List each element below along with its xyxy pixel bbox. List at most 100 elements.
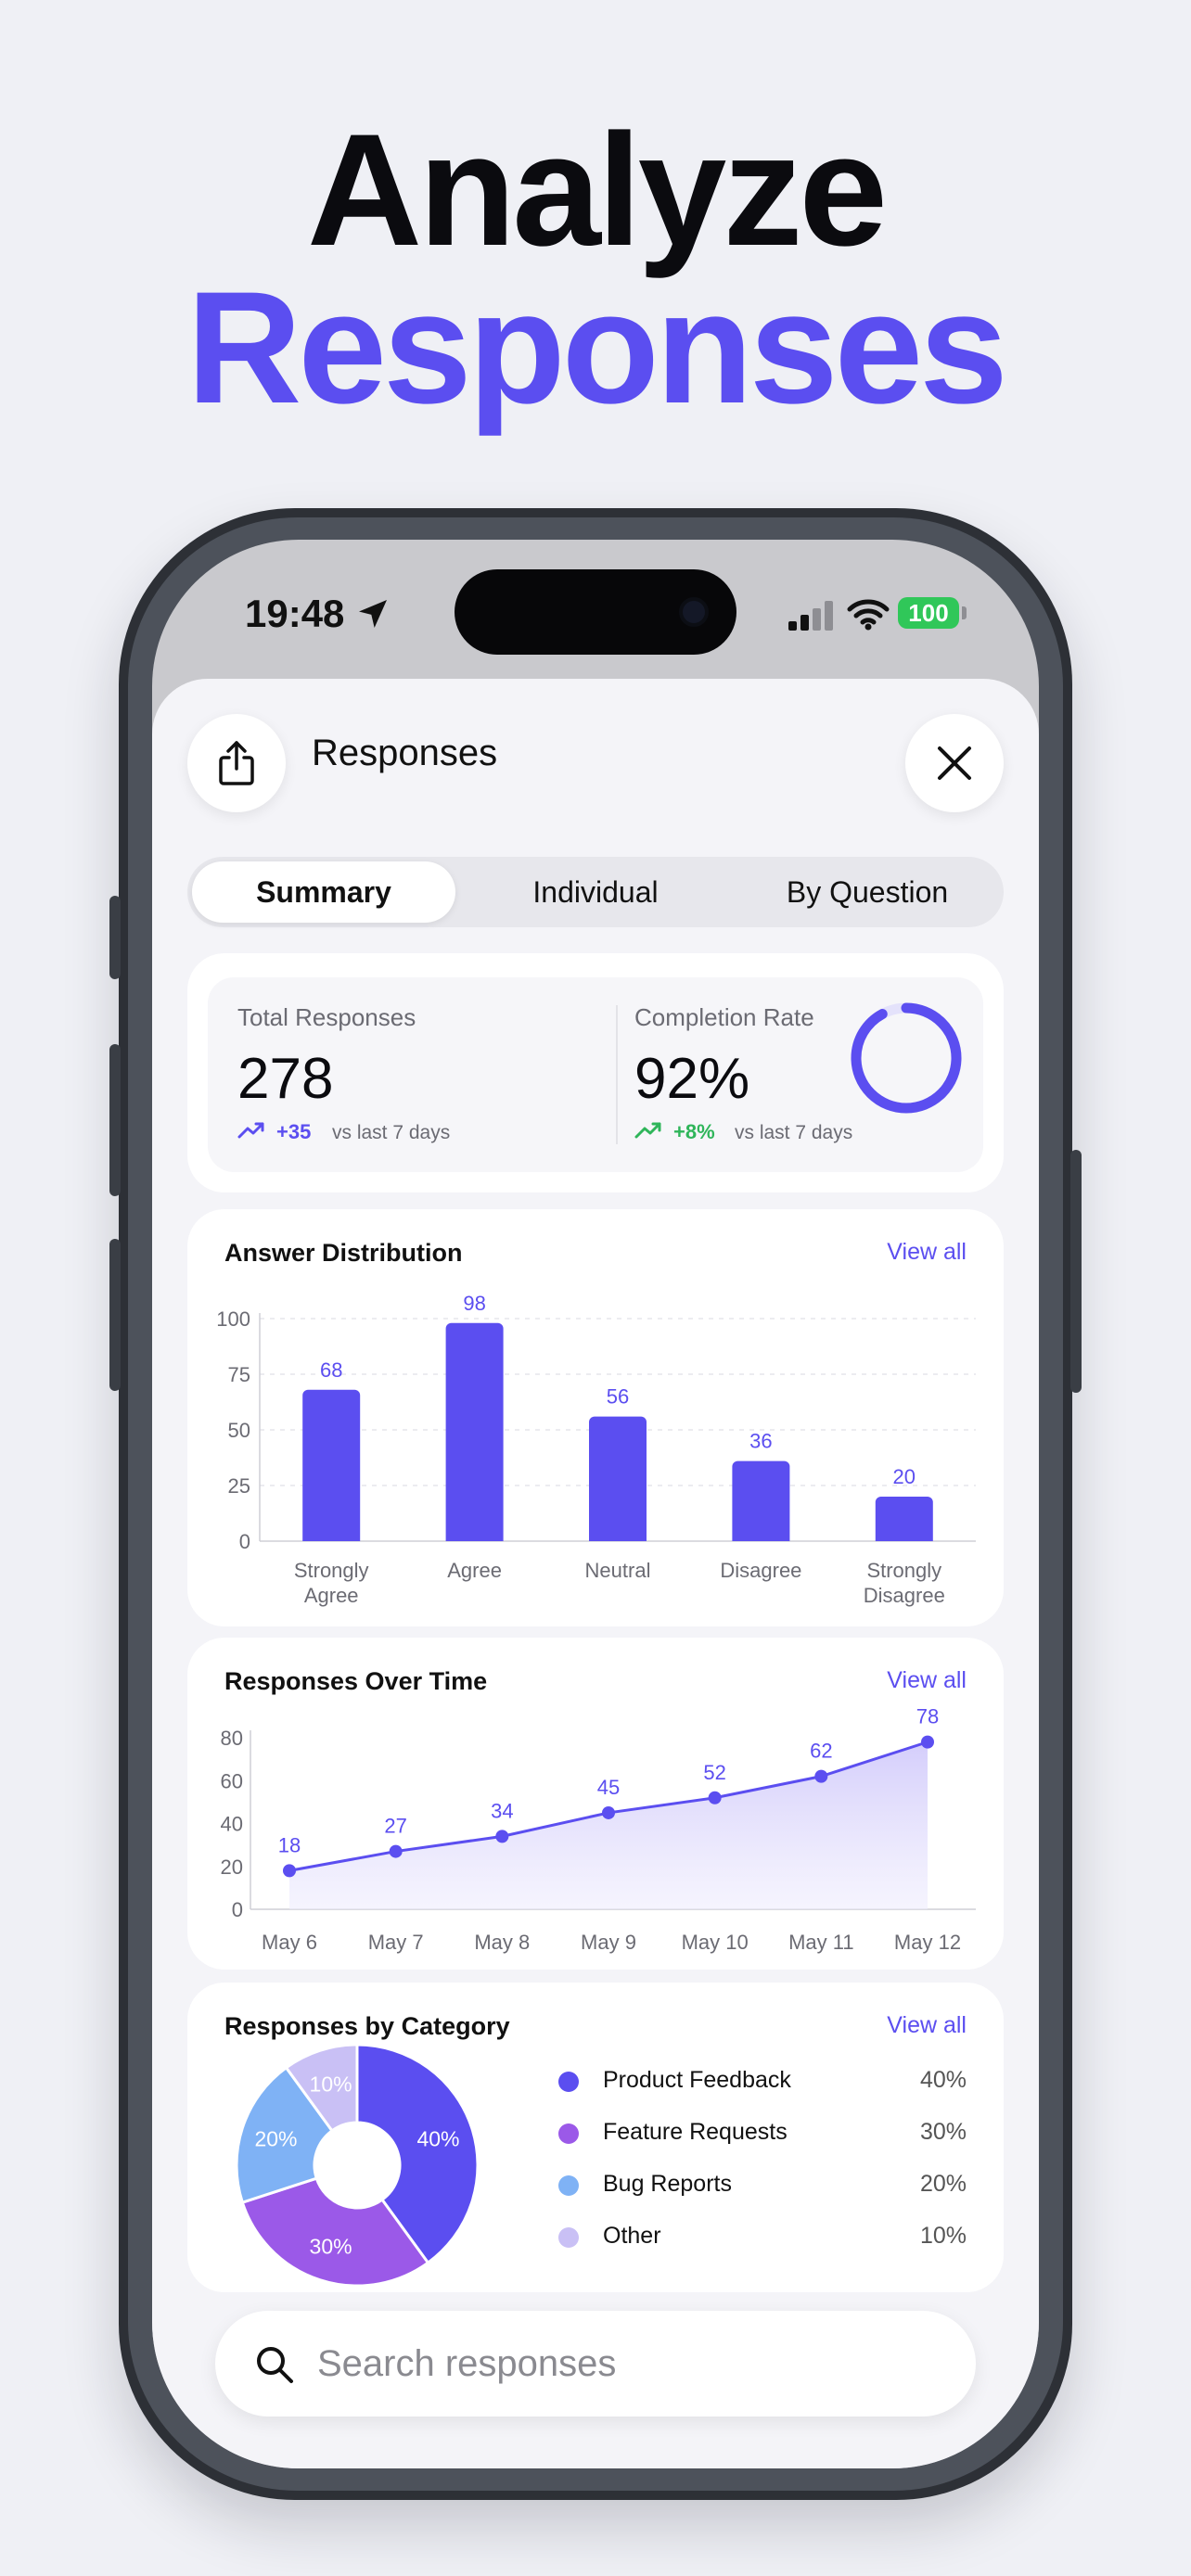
total-responses-delta: +35: [276, 1120, 312, 1143]
legend-label: Other: [603, 2223, 661, 2249]
battery-indicator: 100: [898, 597, 959, 629]
point-value-label: 78: [916, 1705, 939, 1728]
responses-by-category-card: Responses by Category View all 40% 30% 20%…: [187, 1983, 1004, 2292]
slice-label: 30%: [310, 2234, 352, 2258]
slice-label: 20%: [254, 2127, 297, 2151]
bar-value-label: 20: [893, 1465, 916, 1488]
tab-summary[interactable]: Summary: [192, 861, 455, 923]
y-tick-label: 60: [221, 1769, 243, 1792]
status-time: 19:48: [245, 592, 345, 635]
responses-sheet: Responses Summary Individual By Question…: [152, 679, 1039, 2468]
sheet-title: Responses: [312, 733, 498, 773]
slice-label: 10%: [310, 2072, 352, 2097]
share-icon: [219, 741, 254, 785]
legend-label: Bug Reports: [603, 2171, 732, 2197]
slice-label: 40%: [416, 2127, 459, 2151]
search-bar: [215, 2311, 976, 2417]
y-tick-label: 40: [221, 1813, 243, 1836]
search-icon: [257, 2347, 293, 2383]
bar-value-label: 98: [463, 1292, 485, 1315]
legend-item: Bug Reports 20%: [558, 2166, 967, 2203]
legend-percent: 20%: [919, 2171, 967, 2197]
x-tick-label: Agree: [447, 1559, 502, 1582]
data-point: [602, 1805, 615, 1819]
x-tick-label: Agree: [304, 1584, 359, 1607]
responses-by-category-view-all[interactable]: View all: [887, 2012, 967, 2039]
x-tick-label: May 6: [262, 1931, 317, 1954]
x-tick-label: Strongly: [294, 1559, 369, 1582]
x-tick-label: May 9: [581, 1931, 636, 1954]
hero-title-line2: Responses: [186, 259, 1008, 437]
close-icon: [938, 746, 971, 780]
legend-dot: [558, 2123, 579, 2144]
action-button: [109, 896, 121, 979]
y-tick-label: 75: [228, 1363, 250, 1386]
y-tick-label: 100: [216, 1307, 250, 1331]
x-tick-label: May 10: [682, 1931, 749, 1954]
hero-heading: Analyze Responses: [0, 110, 1191, 437]
phone-screen: 19:48 100 Responses Summary Individual B…: [152, 540, 1039, 2468]
cellular-signal-icon: [788, 601, 833, 631]
search-input[interactable]: [317, 2331, 948, 2396]
data-point: [708, 1791, 722, 1804]
answer-distribution-chart: 025507510068StronglyAgree98Agree56Neutra…: [216, 1292, 976, 1607]
x-tick-label: May 12: [894, 1931, 961, 1954]
stats-panel: Total Responses 278 +35 vs last 7 days C…: [208, 977, 983, 1172]
tab-by-question[interactable]: By Question: [736, 861, 999, 923]
legend-dot: [558, 2175, 579, 2196]
y-tick-label: 0: [232, 1898, 243, 1921]
x-tick-label: Disagree: [720, 1559, 801, 1582]
completion-rate-value: 92%: [634, 1047, 750, 1111]
x-tick-label: May 8: [474, 1931, 530, 1954]
volume-up-button: [109, 1044, 121, 1196]
y-tick-label: 25: [228, 1474, 250, 1498]
trend-up-icon: [237, 1122, 264, 1139]
bar: [302, 1389, 361, 1541]
legend-percent: 40%: [919, 2067, 967, 2093]
trend-up-icon: [634, 1122, 661, 1139]
front-camera: [679, 597, 709, 627]
bar: [875, 1497, 933, 1541]
share-button[interactable]: [187, 714, 286, 812]
responses-by-category-chart: 40% 30% 20% 10%: [235, 2043, 480, 2288]
answer-distribution-card: Answer Distribution View all 0 25 50 75 100 6…: [187, 1209, 1004, 1626]
legend-label: Feature Requests: [603, 2119, 788, 2145]
legend-item: Feature Requests 30%: [558, 2114, 967, 2151]
data-point: [283, 1864, 296, 1878]
y-tick-label: 80: [221, 1727, 243, 1750]
x-tick-label: May 11: [788, 1931, 854, 1954]
battery-cap: [962, 606, 967, 619]
legend-percent: 30%: [919, 2119, 967, 2145]
total-responses-value: 278: [237, 1047, 334, 1111]
data-point: [921, 1735, 934, 1749]
bar: [445, 1322, 504, 1541]
legend-item: Other 10%: [558, 2218, 967, 2255]
view-tabs: Summary Individual By Question: [187, 857, 1004, 927]
completion-rate-delta: +8%: [673, 1120, 715, 1143]
stats-card: Total Responses 278 +35 vs last 7 days C…: [187, 953, 1004, 1192]
responses-over-time-card: Responses Over Time View all 0 20 40 60 80 18…: [187, 1638, 1004, 1970]
tab-individual[interactable]: Individual: [464, 861, 727, 923]
point-value-label: 18: [278, 1833, 301, 1856]
y-tick-label: 20: [221, 1855, 243, 1879]
volume-down-button: [109, 1239, 121, 1391]
x-tick-label: Strongly: [866, 1559, 941, 1582]
bar: [589, 1416, 647, 1541]
completion-rate-label: Completion Rate: [634, 1003, 814, 1031]
responses-over-time-chart: 0 20 40 60 80 18 May 6 27 May 7 34 May 8 45 May 9 52 M…: [221, 1705, 976, 1954]
bar-value-label: 68: [320, 1358, 342, 1382]
location-arrow-icon: [359, 600, 387, 628]
x-tick-label: Disagree: [864, 1584, 945, 1607]
power-button: [1070, 1150, 1082, 1393]
legend-dot: [558, 2072, 579, 2092]
legend-item: Product Feedback 40%: [558, 2062, 967, 2099]
point-value-label: 62: [810, 1740, 832, 1763]
bar-value-label: 56: [607, 1385, 629, 1409]
close-button[interactable]: [905, 714, 1004, 812]
point-value-label: 27: [384, 1815, 406, 1838]
wifi-icon: [847, 599, 890, 631]
point-value-label: 52: [703, 1761, 725, 1784]
dynamic-island: [455, 569, 736, 655]
legend-percent: 10%: [919, 2223, 967, 2249]
status-bar: 19:48 100: [152, 540, 1039, 679]
